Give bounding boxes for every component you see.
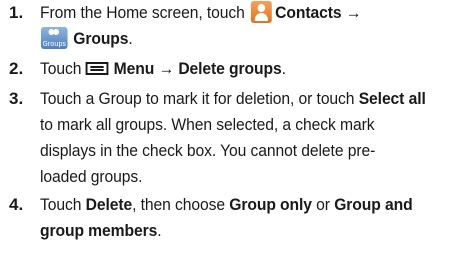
step-1-intro: From the Home screen, touch xyxy=(40,4,245,22)
groups-icon-caption: Groups xyxy=(42,40,66,49)
step-3-text: Touch a Group to mark it for deletion, o… xyxy=(40,86,449,190)
arrow-icon: → xyxy=(345,4,362,22)
step-3-line-2: to mark all groups. When selected, a che… xyxy=(40,116,375,134)
contacts-icon xyxy=(250,0,272,23)
step-1-line-2: Groups Groups. xyxy=(40,26,449,52)
step-2-number: 2. xyxy=(9,59,24,78)
delete-label: Delete xyxy=(85,196,133,214)
step-3-intro: Touch a Group to mark it for deletion, o… xyxy=(40,90,355,108)
group-only-label: Group only xyxy=(229,196,312,214)
menu-label: Menu xyxy=(113,60,155,78)
group-and-label: Group and xyxy=(334,196,413,214)
instruction-document: 1. From the Home screen, touch Contacts →… xyxy=(0,0,472,268)
step-4-period: . xyxy=(157,222,162,240)
step-2-intro: Touch xyxy=(40,60,82,78)
contacts-label: Contacts xyxy=(275,4,342,22)
step-1-text: From the Home screen, touch Contacts → Gr… xyxy=(40,0,449,52)
step-3-line-1: Touch a Group to mark it for deletion, o… xyxy=(40,86,449,112)
step-1-period: . xyxy=(128,30,133,48)
select-all-label: Select all xyxy=(358,90,426,108)
step-3-number: 3. xyxy=(9,89,24,108)
group-members-label: group members xyxy=(40,222,158,240)
step-1-line-1: From the Home screen, touch Contacts → xyxy=(40,0,449,26)
step-4-or: or xyxy=(316,196,330,214)
groups-icon: Groups xyxy=(40,27,68,50)
step-4-then-choose: , then choose xyxy=(132,196,225,214)
arrow-icon: → xyxy=(158,60,175,78)
step-2-period: . xyxy=(281,60,286,78)
step-4-intro: Touch xyxy=(40,196,82,214)
step-1-number: 1. xyxy=(9,3,24,22)
step-4-line-1: Touch Delete, then choose Group only or … xyxy=(40,192,449,218)
groups-label: Groups xyxy=(73,30,129,48)
step-4-number: 4. xyxy=(9,195,24,214)
step-4-text: Touch Delete, then choose Group only or … xyxy=(40,192,449,244)
menu-icon xyxy=(85,61,108,75)
step-2-text: Touch Menu → Delete groups. xyxy=(40,56,449,82)
step-2-line-1: Touch Menu → Delete groups. xyxy=(40,56,449,82)
step-3-line-3: displays in the check box. You cannot de… xyxy=(40,142,376,160)
step-4-line-2: group members. xyxy=(40,218,449,244)
step-3-line-4: loaded groups. xyxy=(40,168,143,186)
delete-groups-label: Delete groups xyxy=(178,60,282,78)
